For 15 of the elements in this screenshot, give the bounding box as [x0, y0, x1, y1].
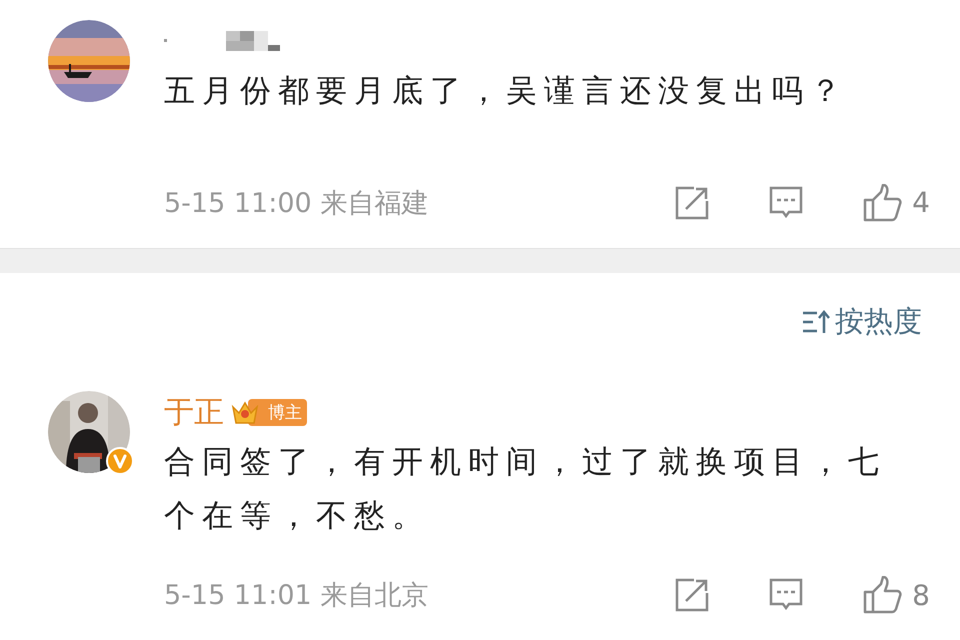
- comment-meta: 5-15 11:00 来自福建: [164, 186, 428, 221]
- sort-icon: [801, 308, 831, 335]
- share-icon: [674, 184, 710, 221]
- thumbs-up-icon: [862, 576, 902, 614]
- share-button[interactable]: [674, 184, 710, 221]
- thumbs-up-icon: [862, 184, 902, 222]
- share-button[interactable]: [674, 577, 710, 613]
- like-button[interactable]: 4: [862, 184, 930, 222]
- comment-text: 五月份都要月底了，吴谨言还没复出吗？: [164, 72, 849, 111]
- user-name[interactable]: 于正: [164, 392, 224, 434]
- comment-text: 合同签了，有开机时间，过了就换项目，七个在等，不愁。: [164, 442, 887, 536]
- like-button[interactable]: 8: [862, 576, 930, 614]
- comment-meta: 5-15 11:01 来自北京: [164, 579, 428, 613]
- sort-button[interactable]: 按热度: [801, 302, 922, 342]
- share-icon: [674, 577, 710, 613]
